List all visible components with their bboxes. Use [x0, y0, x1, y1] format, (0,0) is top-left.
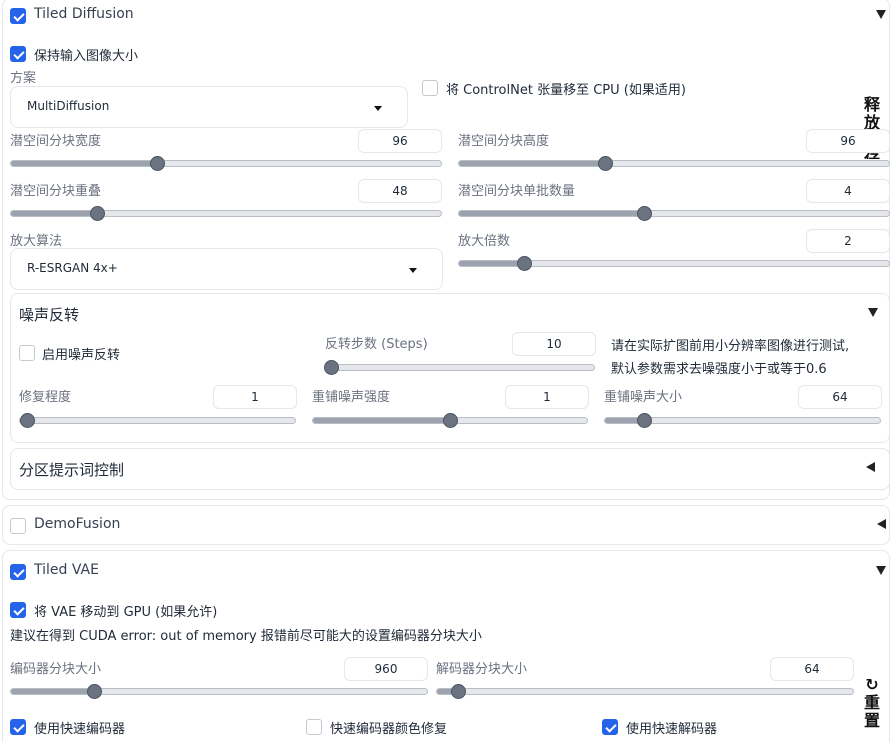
chevron-down-icon — [409, 268, 417, 273]
upscaler-label: 放大算法 — [10, 234, 63, 249]
expand-arrow-icon[interactable] — [866, 462, 875, 472]
tiled-diffusion-checkbox[interactable] — [10, 8, 26, 24]
fast-decoder-checkbox[interactable] — [602, 719, 618, 735]
slider-fill — [11, 689, 95, 694]
upscaler-value: R-ESRGAN 4x+ — [27, 261, 118, 275]
noise-inversion-hint-line1: 请在实际扩图前用小分辨率图像进行测试, — [611, 339, 850, 354]
inversion-steps-label: 反转步数 (Steps) — [325, 337, 428, 352]
tiled-vae-checkbox[interactable] — [10, 564, 26, 580]
latent-tile-batch-label: 潜空间分块单批数量 — [458, 184, 576, 199]
reset-icon: ↻ — [865, 675, 879, 694]
move-vae-label: 将 VAE 移动到 GPU (如果允许) — [34, 605, 218, 620]
enable-noise-inversion-checkbox[interactable] — [19, 345, 35, 361]
latent-tile-overlap-slider[interactable] — [10, 206, 442, 221]
keep-size-checkbox[interactable] — [10, 46, 26, 62]
renoise-strength-slider[interactable] — [312, 413, 588, 428]
renoise-size-input[interactable]: 64 — [798, 385, 882, 409]
demofusion-checkbox[interactable] — [10, 518, 26, 534]
vae-advice-text: 建议在得到 CUDA error: out of memory 报错前尽可能大的… — [10, 629, 482, 644]
inversion-steps-input[interactable]: 10 — [512, 332, 596, 356]
slider-thumb[interactable] — [516, 256, 532, 271]
retouch-slider[interactable] — [19, 413, 296, 428]
method-dropdown[interactable]: MultiDiffusion — [10, 86, 408, 128]
latent-tile-overlap-input[interactable]: 48 — [358, 179, 442, 203]
move-vae-checkbox[interactable] — [10, 602, 26, 618]
slider-fill — [459, 161, 606, 166]
decoder-tile-input[interactable]: 64 — [770, 657, 854, 681]
collapse-arrow-icon[interactable] — [876, 566, 886, 575]
decoder-tile-label: 解码器分块大小 — [436, 662, 528, 677]
decoder-tile-slider[interactable] — [436, 684, 854, 699]
encoder-color-fix-checkbox[interactable] — [306, 719, 322, 735]
renoise-strength-input[interactable]: 1 — [505, 385, 589, 409]
tiled-vae-title[interactable]: Tiled VAE — [34, 562, 99, 578]
latent-tile-width-input[interactable]: 96 — [358, 129, 442, 153]
release-memory-button[interactable]: 释 放 — [862, 96, 882, 132]
slider-fill — [11, 211, 97, 216]
latent-tile-batch-slider[interactable] — [458, 206, 890, 221]
keep-size-label: 保持输入图像大小 — [34, 49, 139, 64]
fast-decoder-label: 使用快速解码器 — [626, 722, 718, 737]
renoise-size-slider[interactable] — [604, 413, 881, 428]
slider-thumb[interactable] — [443, 413, 458, 428]
upscaler-dropdown[interactable]: R-ESRGAN 4x+ — [10, 248, 443, 290]
scale-factor-label: 放大倍数 — [458, 234, 511, 249]
enable-noise-inversion-label: 启用噪声反转 — [42, 348, 121, 363]
move-controlnet-checkbox[interactable] — [422, 80, 438, 96]
slider-thumb[interactable] — [90, 206, 105, 221]
demofusion-title[interactable]: DemoFusion — [34, 516, 120, 532]
inversion-steps-slider[interactable] — [324, 360, 595, 375]
encoder-tile-input[interactable]: 960 — [344, 657, 428, 681]
slider-fill — [459, 261, 524, 266]
tiled-diffusion-title[interactable]: Tiled Diffusion — [34, 6, 134, 22]
latent-tile-height-input[interactable]: 96 — [806, 129, 890, 153]
slider-thumb[interactable] — [636, 206, 652, 221]
collapse-arrow-icon[interactable] — [868, 308, 878, 317]
method-value: MultiDiffusion — [27, 99, 110, 113]
encoder-tile-label: 编码器分块大小 — [10, 662, 102, 677]
tiled-vae-panel — [2, 550, 890, 742]
demofusion-panel — [2, 505, 890, 545]
region-prompt-panel — [10, 448, 890, 490]
slider-thumb[interactable] — [20, 413, 35, 428]
method-label: 方案 — [10, 71, 37, 86]
slider-fill — [459, 211, 644, 216]
chevron-down-icon — [374, 106, 382, 111]
renoise-strength-label: 重铺噪声强度 — [312, 390, 391, 405]
retouch-input[interactable]: 1 — [213, 385, 297, 409]
slider-fill — [313, 418, 450, 423]
fast-encoder-label: 使用快速编码器 — [34, 722, 126, 737]
retouch-label: 修复程度 — [19, 390, 72, 405]
renoise-size-label: 重铺噪声大小 — [604, 390, 683, 405]
slider-fill — [11, 161, 158, 166]
latent-tile-batch-input[interactable]: 4 — [806, 179, 890, 203]
noise-inversion-title[interactable]: 噪声反转 — [19, 304, 79, 325]
latent-tile-width-slider[interactable] — [10, 156, 442, 171]
region-prompt-title[interactable]: 分区提示词控制 — [19, 459, 124, 480]
collapse-arrow-icon[interactable] — [876, 10, 886, 19]
reset-button[interactable]: ↻ 重 置 — [862, 676, 882, 730]
scale-factor-slider[interactable] — [458, 256, 890, 271]
slider-thumb[interactable] — [450, 684, 466, 699]
encoder-tile-slider[interactable] — [10, 684, 428, 699]
encoder-color-fix-label: 快速编码器颜色修复 — [330, 722, 448, 737]
fast-encoder-checkbox[interactable] — [10, 719, 26, 735]
move-controlnet-label: 将 ControlNet 张量移至 CPU (如果适用) — [446, 83, 686, 98]
slider-thumb[interactable] — [636, 413, 652, 428]
noise-inversion-hint-line2: 默认参数需求去噪强度小于或等于0.6 — [611, 362, 827, 377]
latent-tile-height-slider[interactable] — [458, 156, 890, 171]
scale-factor-input[interactable]: 2 — [806, 229, 890, 253]
latent-tile-width-label: 潜空间分块宽度 — [10, 134, 102, 149]
latent-tile-overlap-label: 潜空间分块重叠 — [10, 184, 102, 199]
expand-arrow-icon[interactable] — [877, 519, 886, 529]
latent-tile-height-label: 潜空间分块高度 — [458, 134, 550, 149]
